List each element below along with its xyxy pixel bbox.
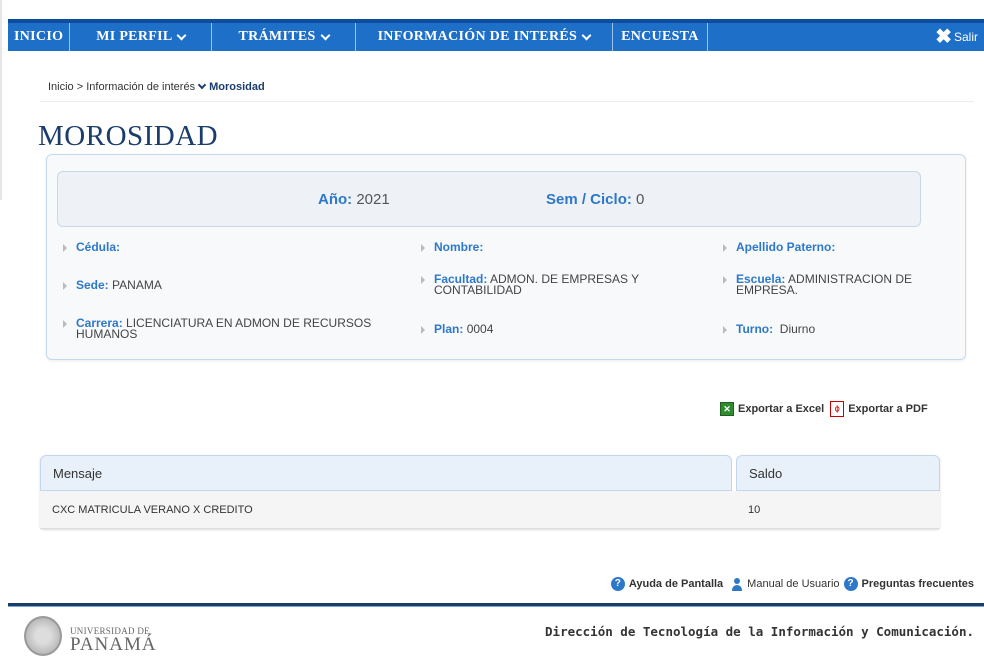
salir-label: Salir [953,30,978,44]
export-pdf-link[interactable]: ᛰ Exportar a PDF [824,401,928,417]
nav-inicio[interactable]: INICIO [8,23,71,51]
field-sede: Sede: PANAMA [63,278,403,292]
caret-right-icon [723,326,727,334]
manual-usuario-link[interactable]: Manual de Usuario [747,578,839,590]
university-seal-logo [24,616,62,656]
breadcrumb-informacion[interactable]: Información de interés [86,81,195,93]
question-icon: ? [610,577,625,591]
breadcrumb-inicio[interactable]: Inicio [48,81,74,93]
help-links: ? Ayuda de Pantalla Manual de Usuario ? … [610,577,974,591]
apellido-label: Apellido Paterno: [736,240,836,254]
footer-divider-thin [8,606,984,607]
caret-right-icon [421,244,425,252]
caret-right-icon [63,282,67,290]
sede-label: Sede: [76,278,109,292]
salir-button[interactable]: ✖ Salir [935,23,984,51]
chevron-down-icon [197,80,207,90]
divider [40,101,974,102]
export-excel-label: Exportar a Excel [738,403,825,415]
plan-value: 0004 [466,322,494,336]
caret-right-icon [63,320,67,328]
nav-inicio-label: INICIO [14,29,64,44]
close-icon: ✖ [935,26,952,48]
field-facultad: Facultad: ADMON. DE EMPRESAS Y CONTABILI… [421,273,683,296]
caret-right-icon [63,244,67,252]
turno-value: Diurno [779,322,816,336]
nav-tramites[interactable]: TRÁMITES [212,23,356,51]
nombre-label: Nombre: [434,240,484,254]
nav-encuesta[interactable]: ENCUESTA [613,23,708,51]
cell-mensaje: CXC MATRICULA VERANO X CREDITO [52,503,253,516]
user-icon [731,577,743,591]
table-row: CXC MATRICULA VERANO X CREDITO 10 [40,491,940,529]
logo-line-2: PANAMÁ [70,634,157,655]
nav-informacion-interes-label: INFORMACIÓN DE INTERÉS [377,29,578,44]
chevron-down-icon [581,30,592,40]
university-logo-text: UNIVERSIDAD DE PANAMÁ [70,626,157,654]
main-nav: INICIO MI PERFIL TRÁMITES INFORMACIÓN DE… [8,19,984,51]
caret-right-icon [723,244,727,252]
field-turno: Turno: Diurno [723,322,953,336]
semester-display: Sem / Ciclo: 0 [546,191,644,208]
nav-tramites-label: TRÁMITES [238,29,316,44]
cell-saldo: 10 [748,503,761,516]
sede-value: PANAMA [112,278,162,292]
caret-right-icon [723,276,727,284]
year-display: Año: 2021 [318,191,390,208]
field-cedula: Cédula: [63,240,403,254]
semester-label: Sem / Ciclo: [546,191,632,208]
footer-dtic-text: Dirección de Tecnología de la Informació… [545,624,974,639]
field-nombre: Nombre: [421,240,701,254]
year-value: 2021 [356,191,390,208]
export-pdf-label: Exportar a PDF [848,403,928,415]
column-header-saldo[interactable]: Saldo [736,455,940,491]
semester-value: 0 [636,191,645,208]
nav-mi-perfil-label: MI PERFIL [96,29,173,44]
student-info-card: Año: 2021 Sem / Ciclo: 0 Cédula: Nombre:… [46,154,966,360]
breadcrumb-separator: > [73,81,87,93]
page-title: MOROSIDAD [38,120,219,152]
nav-informacion-interes[interactable]: INFORMACIÓN DE INTERÉS [356,23,614,51]
ayuda-pantalla-link[interactable]: Ayuda de Pantalla [629,578,723,590]
column-header-mensaje[interactable]: Mensaje [40,455,732,491]
chevron-down-icon [320,30,331,40]
field-plan: Plan: 0004 [421,322,701,336]
breadcrumb-current: Morosidad [209,81,265,93]
plan-label: Plan: [434,322,464,336]
period-summary: Año: 2021 Sem / Ciclo: 0 [57,171,921,227]
export-links: ✕ Exportar a Excel ᛰ Exportar a PDF [720,401,928,417]
excel-icon: ✕ [720,402,734,416]
caret-right-icon [421,276,425,284]
export-excel-link[interactable]: ✕ Exportar a Excel [720,402,824,416]
nav-encuesta-label: ENCUESTA [621,29,699,44]
left-divider [0,0,2,200]
year-label: Año: [318,191,353,208]
preguntas-frecuentes-link[interactable]: Preguntas frecuentes [862,578,974,590]
caret-right-icon [421,326,425,334]
cedula-label: Cédula: [76,240,121,254]
nav-mi-perfil[interactable]: MI PERFIL [70,23,213,51]
chevron-down-icon [177,30,187,40]
question-icon: ? [843,577,858,591]
turno-label: Turno: [736,322,774,336]
field-apellido: Apellido Paterno: [723,240,953,254]
page: INICIO MI PERFIL TRÁMITES INFORMACIÓN DE… [0,0,984,664]
table-header: Mensaje Saldo [40,455,940,491]
field-carrera: Carrera: LICENCIATURA EN ADMON DE RECURS… [63,317,408,340]
field-escuela: Escuela: ADMINISTRACION DE EMPRESA. [723,273,953,296]
pdf-icon: ᛰ [830,401,845,417]
morosidad-table: Mensaje Saldo CXC MATRICULA VERANO X CRE… [40,455,940,529]
breadcrumb: Inicio > Información de interés Morosidad [48,80,265,93]
